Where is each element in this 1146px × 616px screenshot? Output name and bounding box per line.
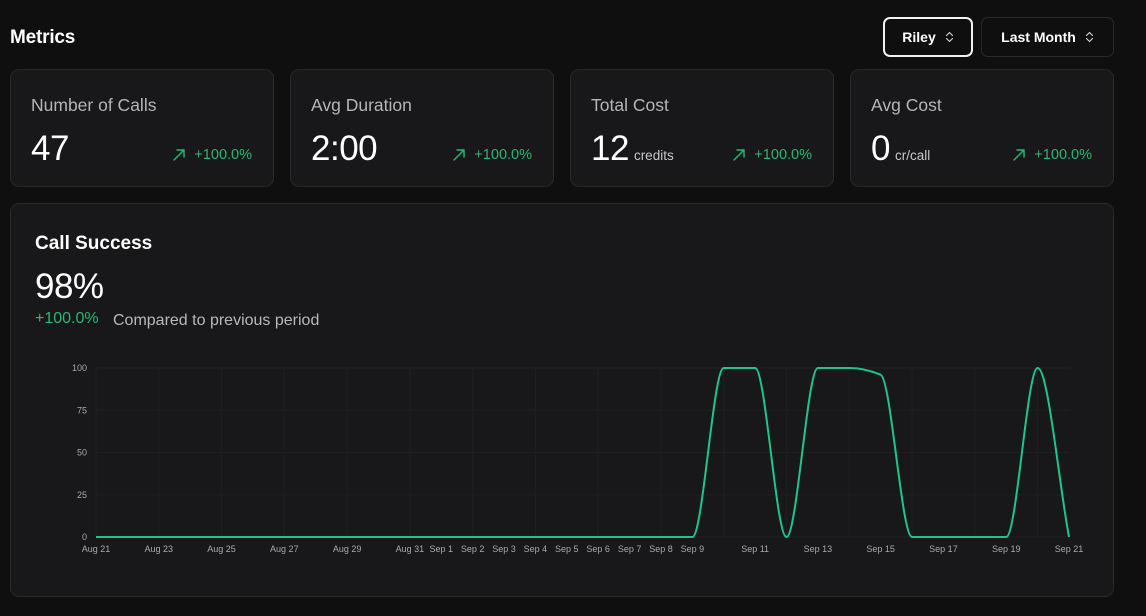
y-tick-label: 25 (77, 490, 87, 500)
metric-label: Number of Calls (31, 95, 157, 115)
x-tick-label: Sep 11 (741, 544, 769, 554)
metric-change-value: +100.0% (1034, 147, 1092, 163)
x-tick-label: Aug 23 (145, 544, 174, 554)
x-tick-label: Sep 7 (618, 544, 642, 554)
trend-up-icon (1013, 149, 1026, 161)
trend-up-icon (733, 149, 746, 161)
x-tick-label: Aug 31 (396, 544, 425, 554)
metric-card-total-cost: Total Cost 12 credits +100.0% (570, 69, 834, 187)
metric-label: Avg Cost (871, 95, 942, 115)
x-tick-label: Sep 6 (586, 544, 610, 554)
metric-value: 47 (31, 129, 69, 168)
x-tick-label: Sep 4 (524, 544, 548, 554)
metric-change: +100.0% (172, 147, 252, 163)
period-select-label: Last Month (1001, 29, 1076, 45)
y-tick-label: 100 (72, 363, 87, 373)
user-select[interactable]: Riley (883, 17, 973, 57)
user-select-label: Riley (902, 29, 936, 45)
metric-value-group: 0 cr/call (871, 129, 930, 169)
metric-change-value: +100.0% (474, 147, 532, 163)
trend-up-icon (173, 149, 186, 161)
y-tick-label: 75 (77, 405, 87, 415)
metric-value-group: 12 credits (591, 129, 674, 169)
metric-label: Total Cost (591, 95, 669, 115)
metric-value: 0 (871, 129, 890, 168)
x-tick-label: Sep 5 (555, 544, 579, 554)
x-tick-label: Sep 3 (492, 544, 516, 554)
x-tick-label: Aug 29 (333, 544, 362, 554)
x-tick-label: Sep 13 (804, 544, 833, 554)
metric-change: +100.0% (732, 147, 812, 163)
x-tick-label: Sep 1 (429, 544, 453, 554)
x-tick-label: Sep 2 (461, 544, 485, 554)
x-tick-label: Sep 15 (866, 544, 895, 554)
metric-value-group: 47 (31, 129, 74, 169)
call-success-chart: 0 25 50 75 100 Aug 21 Aug 23 Aug 25 Aug 27 Aug 29… (72, 363, 1084, 554)
y-tick-label: 0 (82, 532, 87, 542)
metric-change: +100.0% (452, 147, 532, 163)
metric-value: 2:00 (311, 129, 378, 168)
x-tick-label: Sep 19 (992, 544, 1021, 554)
x-tick-label: Sep 9 (681, 544, 705, 554)
trend-up-icon (453, 149, 466, 161)
metric-card-duration: Avg Duration 2:00 +100.0% (290, 69, 554, 187)
metric-card-calls: Number of Calls 47 +100.0% (10, 69, 274, 187)
chevron-up-down-icon (1085, 31, 1093, 43)
metric-value: 12 (591, 129, 629, 168)
metric-unit: credits (633, 148, 674, 163)
y-tick-label: 50 (77, 448, 87, 458)
call-success-panel: Call Success 98% +100.0% Compared to pre… (10, 203, 1114, 597)
metric-unit: cr/call (894, 148, 931, 163)
x-tick-label: Aug 27 (270, 544, 299, 554)
x-tick-label: Aug 21 (82, 544, 111, 554)
period-select[interactable]: Last Month (981, 17, 1114, 57)
metric-change-value: +100.0% (194, 147, 252, 163)
x-tick-label: Sep 17 (929, 544, 958, 554)
page-title: Metrics (10, 27, 76, 48)
metric-change: +100.0% (1012, 147, 1092, 163)
metric-card-avg-cost: Avg Cost 0 cr/call +100.0% (850, 69, 1114, 187)
metric-label: Avg Duration (311, 95, 412, 115)
x-tick-label: Sep 8 (649, 544, 673, 554)
metric-change-value: +100.0% (754, 147, 812, 163)
x-tick-label: Sep 21 (1055, 544, 1084, 554)
chevron-up-down-icon (945, 31, 953, 43)
x-tick-label: Aug 25 (207, 544, 236, 554)
metric-value-group: 2:00 (311, 129, 382, 169)
